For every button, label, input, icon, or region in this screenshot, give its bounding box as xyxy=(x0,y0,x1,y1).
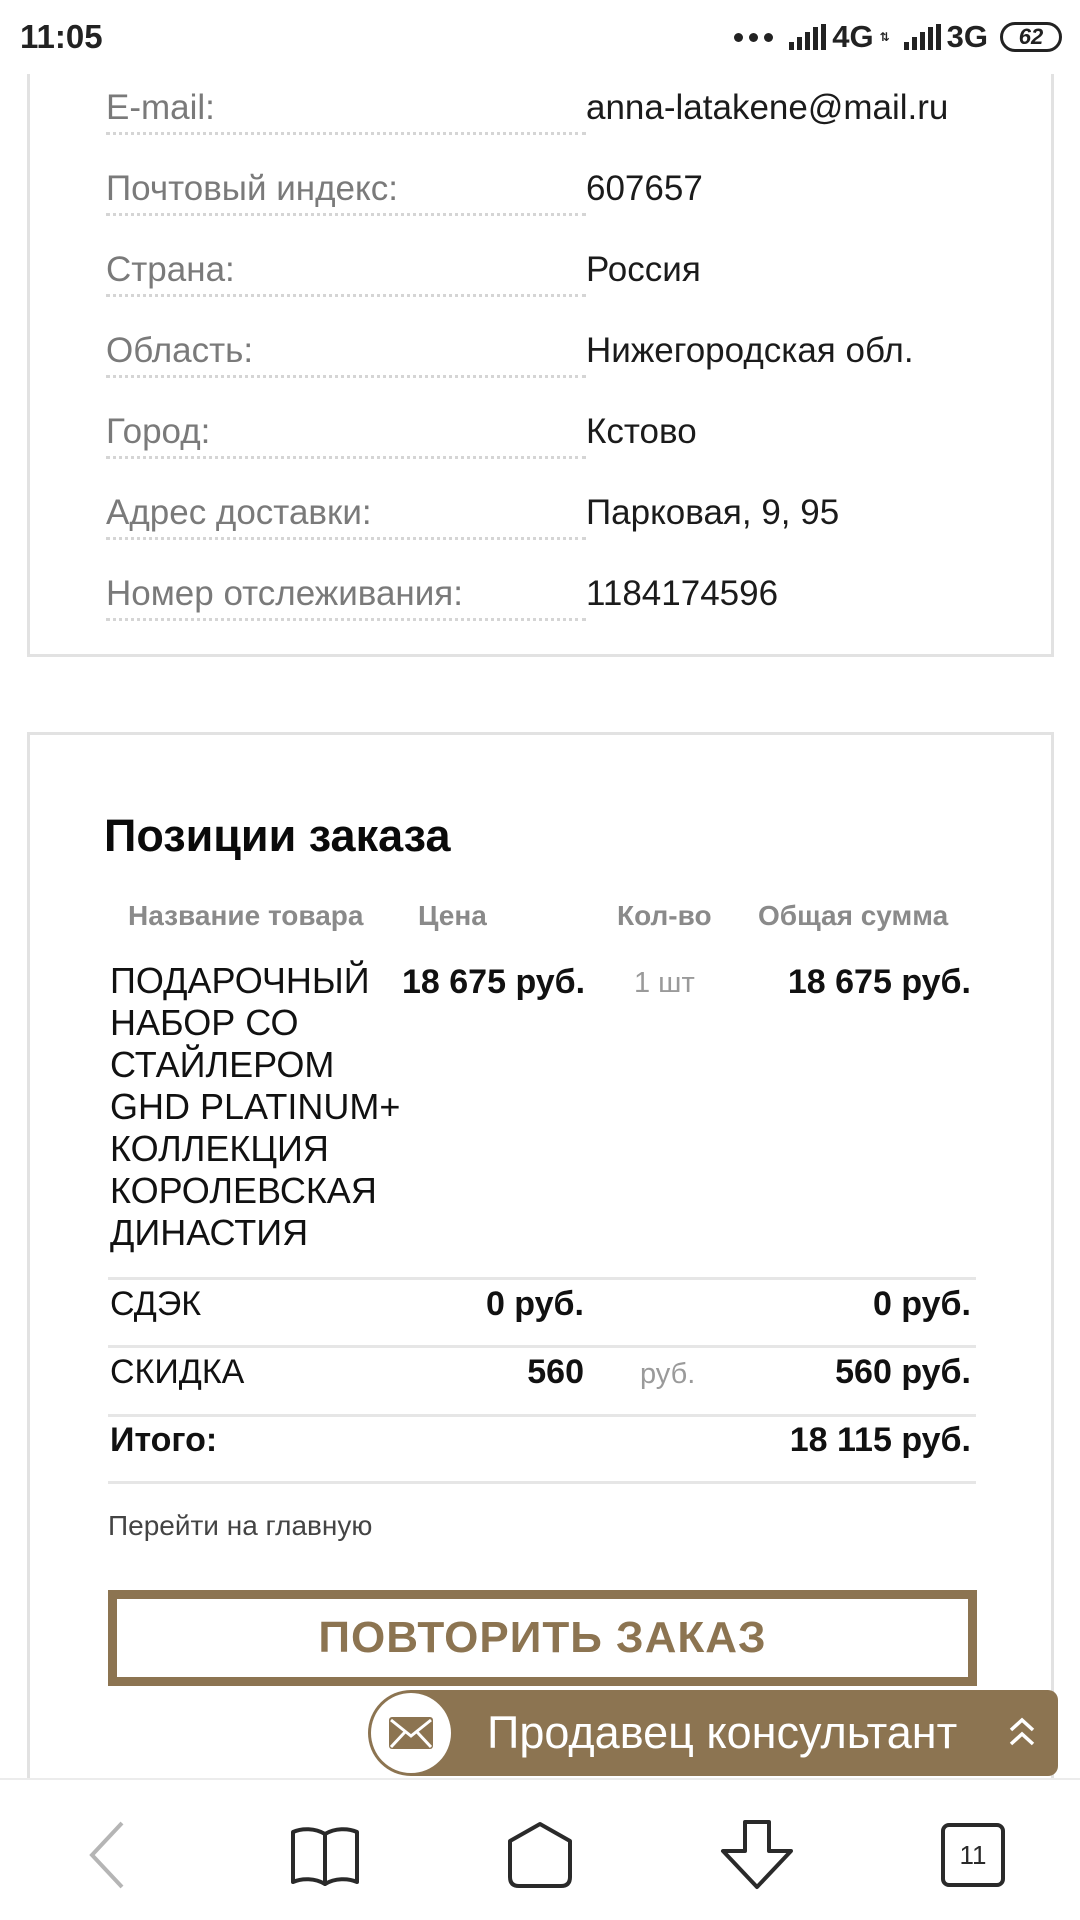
data-activity-icon: ⇅ xyxy=(879,30,890,44)
order-section-title: Позиции заказа xyxy=(104,810,451,861)
info-label: E-mail: xyxy=(106,85,586,135)
downloads-button[interactable] xyxy=(712,1810,802,1900)
battery-level: 62 xyxy=(1018,24,1044,49)
more-notifications-icon xyxy=(734,32,774,42)
info-value: 607657 xyxy=(586,169,703,208)
status-indicators: 4G ⇅ 3G 62 xyxy=(734,18,1062,56)
book-icon xyxy=(291,1827,359,1886)
browser-bottom-nav: 11 xyxy=(0,1778,1080,1920)
info-value: Нижегородская обл. xyxy=(586,331,914,370)
back-arrow-icon xyxy=(89,1821,124,1889)
info-label: Номер отслеживания: xyxy=(106,571,586,621)
info-row-region: Область: Нижегородская обл. xyxy=(106,328,1006,388)
discount-total: 560 руб. xyxy=(835,1353,971,1391)
page: 11:05 4G ⇅ 3G 62 E-mail: anna-latakene@m… xyxy=(0,0,1080,1920)
info-row-address: Адрес доставки: Парковая, 9, 95 xyxy=(106,490,1006,550)
delivery-info-card: E-mail: anna-latakene@mail.ru Почтовый и… xyxy=(27,40,1054,657)
status-time: 11:05 xyxy=(20,18,103,55)
signal-strength-icon-2 xyxy=(903,24,941,50)
info-row-city: Город: Кстово xyxy=(106,409,1006,469)
discount-price: 560 xyxy=(527,1353,584,1391)
info-row-tracking: Номер отслеживания: 1184174596 xyxy=(106,571,1006,631)
info-value: 1184174596 xyxy=(586,574,779,613)
info-label: Почтовый индекс: xyxy=(106,166,586,216)
battery-icon: 62 xyxy=(1000,22,1062,52)
consultant-label: Продавец консультант xyxy=(487,1707,958,1758)
home-icon xyxy=(508,1822,572,1888)
back-button[interactable] xyxy=(62,1810,152,1900)
row-divider xyxy=(108,1414,976,1417)
product-qty: 1 шт xyxy=(634,967,695,999)
network-type-2: 3G xyxy=(946,19,988,54)
product-price: 18 675 руб. xyxy=(402,963,586,1001)
info-value: Парковая, 9, 95 xyxy=(586,493,840,532)
info-label: Адрес доставки: xyxy=(106,490,586,540)
mail-icon xyxy=(371,1693,451,1773)
grand-total-label: Итого: xyxy=(110,1421,218,1459)
delivery-price: 0 руб. xyxy=(485,1285,584,1323)
column-header-price: Цена xyxy=(418,900,487,931)
info-label: Область: xyxy=(106,328,586,378)
row-divider xyxy=(108,1345,976,1348)
info-value: anna-latakene@mail.ru xyxy=(586,88,949,127)
product-total: 18 675 руб. xyxy=(787,963,971,1001)
product-name[interactable]: ПОДАРОЧНЫЙ НАБОР СО СТАЙЛЕРОМ GHD PLATIN… xyxy=(110,960,410,1254)
info-value: Россия xyxy=(586,250,701,289)
column-header-qty: Кол-во xyxy=(617,900,712,931)
column-header-name: Название товара xyxy=(128,900,364,931)
grand-total-value: 18 115 руб. xyxy=(789,1421,971,1459)
row-divider xyxy=(108,1277,976,1280)
column-header-total: Общая сумма xyxy=(758,900,949,931)
tabs-count: 11 xyxy=(941,1823,1005,1887)
delivery-name: СДЭК xyxy=(110,1285,202,1323)
tabs-button[interactable]: 11 xyxy=(928,1810,1018,1900)
info-label: Страна: xyxy=(106,247,586,297)
repeat-order-button[interactable]: ПОВТОРИТЬ ЗАКАЗ xyxy=(108,1590,977,1686)
discount-name: СКИДКА xyxy=(110,1353,245,1391)
double-chevron-up-icon xyxy=(1009,1717,1035,1746)
info-value: Кстово xyxy=(586,412,697,451)
consultant-chat-button[interactable]: Продавец консультант xyxy=(368,1690,1058,1776)
download-arrow-icon xyxy=(721,1820,793,1889)
info-row-postcode: Почтовый индекс: 607657 xyxy=(106,166,1006,226)
discount-unit: руб. xyxy=(640,1358,696,1390)
info-row-email: E-mail: anna-latakene@mail.ru xyxy=(106,85,1006,145)
network-type-1: 4G xyxy=(832,19,874,54)
delivery-total: 0 руб. xyxy=(872,1285,971,1323)
signal-strength-icon xyxy=(789,24,827,50)
home-button[interactable] xyxy=(495,1810,585,1900)
info-row-country: Страна: Россия xyxy=(106,247,1006,307)
order-items-card: Позиции заказа Название товара Цена Кол-… xyxy=(27,732,1054,1832)
status-bar: 11:05 4G ⇅ 3G 62 xyxy=(0,0,1080,74)
home-link[interactable]: Перейти на главную xyxy=(108,1510,372,1542)
row-divider xyxy=(108,1481,976,1484)
bookmarks-button[interactable] xyxy=(280,1810,370,1900)
info-label: Город: xyxy=(106,409,586,459)
